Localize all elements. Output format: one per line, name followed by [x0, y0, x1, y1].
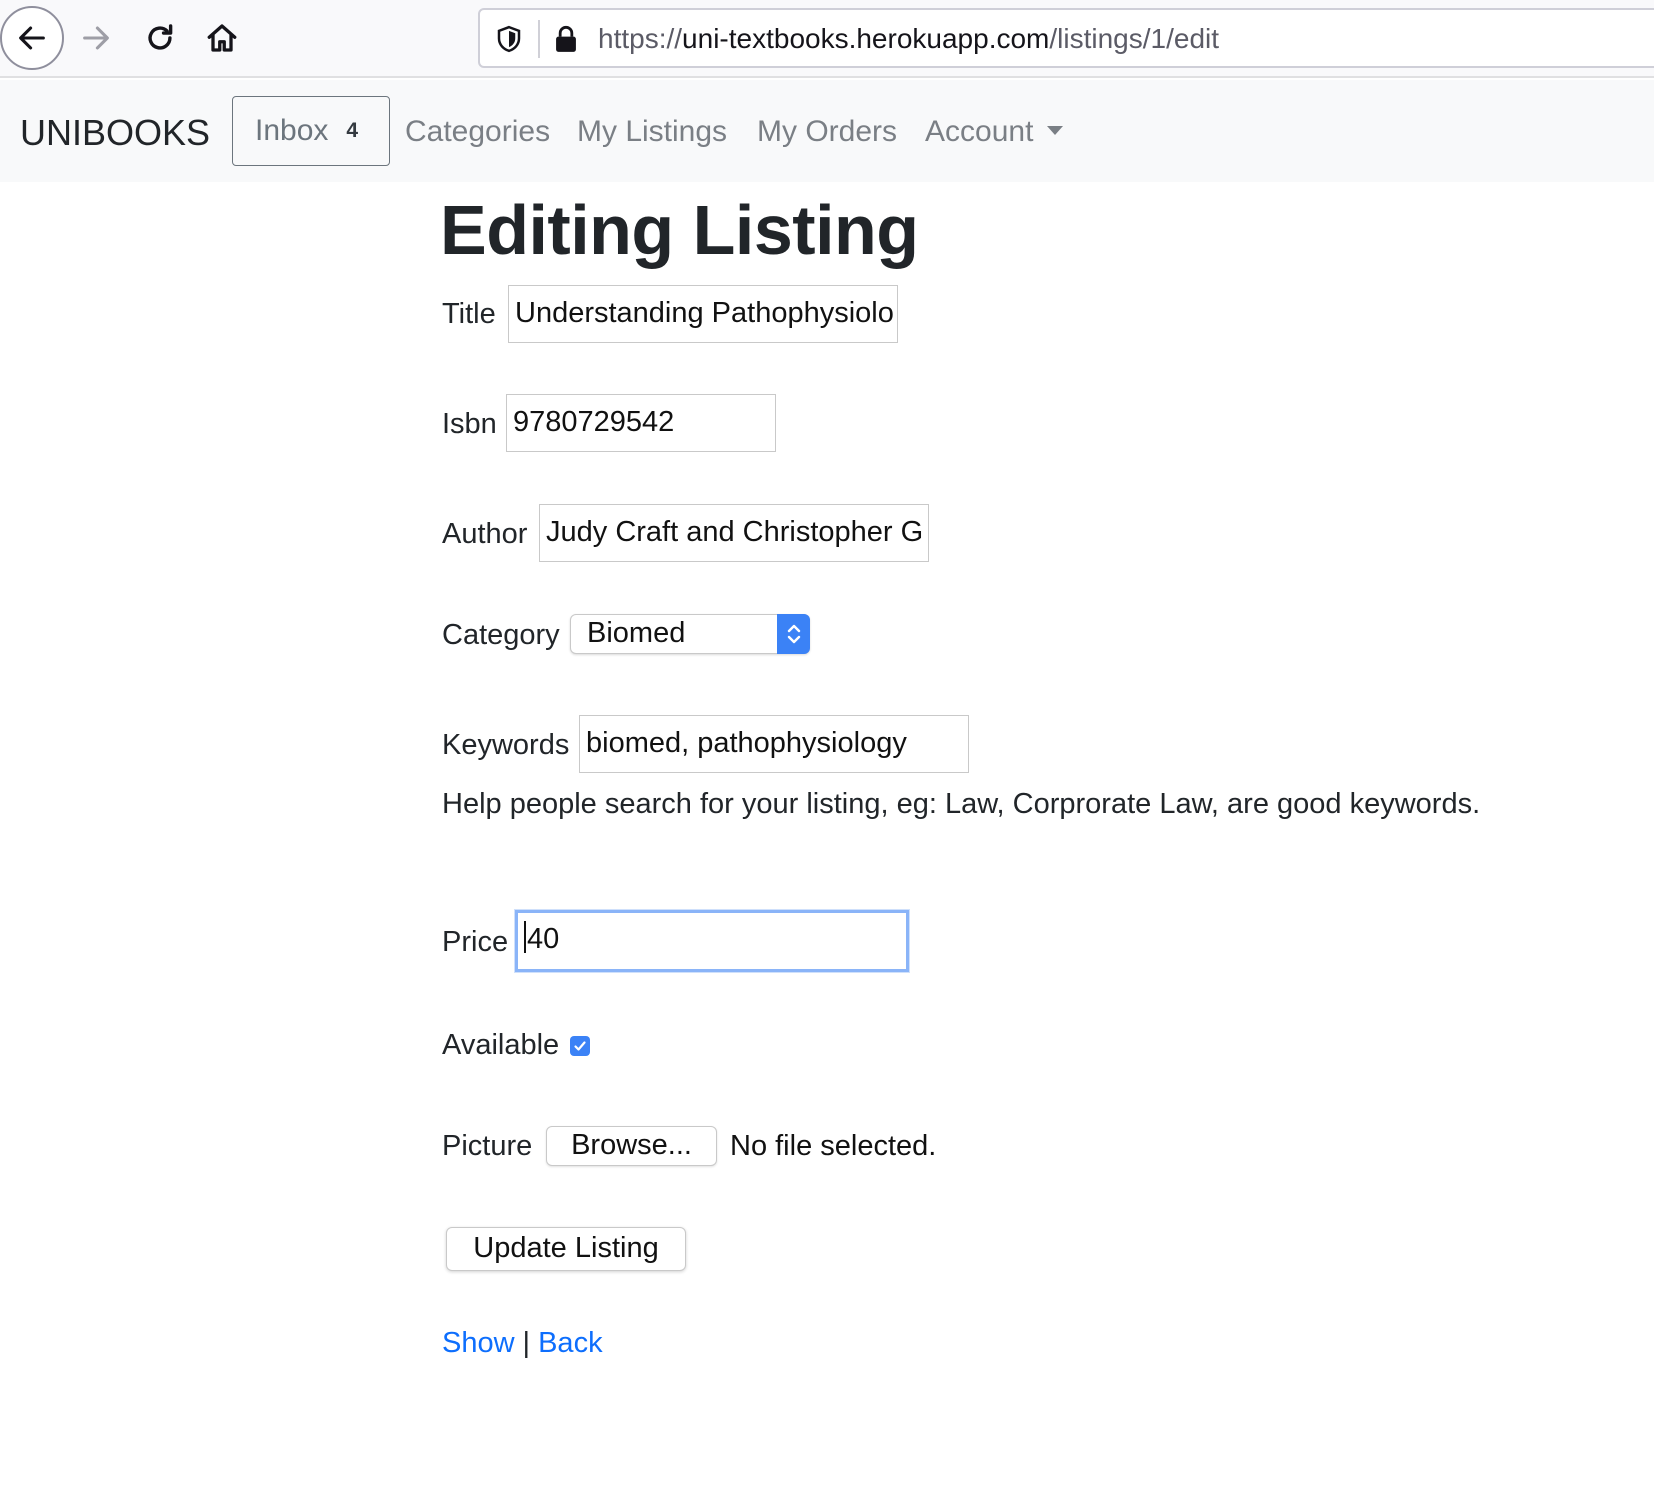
footer-links: Show | Back — [442, 1326, 603, 1360]
title-label: Title — [442, 298, 496, 330]
file-status-text: No file selected. — [730, 1130, 937, 1162]
nav-account-dropdown[interactable]: Account — [925, 114, 1064, 150]
forward-button[interactable] — [64, 6, 128, 70]
home-icon — [207, 24, 237, 52]
arrow-right-icon — [83, 26, 109, 50]
price-input[interactable]: 40 — [515, 910, 909, 972]
inbox-label: Inbox — [255, 114, 329, 147]
browser-toolbar: https://uni-textbooks.herokuapp.com/list… — [0, 0, 1654, 78]
address-bar[interactable]: https://uni-textbooks.herokuapp.com/list… — [478, 8, 1654, 68]
category-label: Category — [442, 619, 560, 651]
url-path: /listings/1/edit — [1049, 23, 1220, 54]
inbox-count-badge: 4 — [346, 119, 359, 142]
arrow-left-icon — [19, 26, 45, 50]
available-checkbox[interactable] — [570, 1036, 590, 1056]
price-label: Price — [442, 926, 509, 958]
link-separator: | — [522, 1327, 531, 1359]
url-text[interactable]: https://uni-textbooks.herokuapp.com/list… — [598, 22, 1219, 56]
home-button[interactable] — [190, 6, 254, 70]
select-arrows-icon — [777, 614, 810, 654]
nav-account-label: Account — [925, 115, 1034, 148]
caret-down-icon — [1047, 126, 1064, 135]
author-label: Author — [442, 518, 528, 550]
nav-categories[interactable]: Categories — [405, 114, 550, 150]
update-listing-button[interactable]: Update Listing — [446, 1227, 686, 1271]
app-navbar: UNIBOOKS Inbox 4 Categories My Listings … — [0, 80, 1654, 182]
inbox-button[interactable]: Inbox 4 — [232, 96, 390, 166]
checkmark-icon — [574, 1041, 586, 1051]
reload-button[interactable] — [128, 6, 192, 70]
keywords-help-text: Help people search for your listing, eg:… — [442, 788, 1481, 820]
picture-label: Picture — [442, 1130, 533, 1162]
isbn-label: Isbn — [442, 408, 497, 440]
category-select[interactable]: Biomed — [570, 614, 810, 654]
address-separator — [538, 20, 540, 58]
nav-my-orders[interactable]: My Orders — [757, 114, 897, 150]
lock-icon[interactable] — [552, 23, 580, 55]
shield-icon[interactable] — [494, 24, 524, 54]
available-label: Available — [442, 1029, 560, 1061]
keywords-label: Keywords — [442, 729, 570, 761]
url-host: uni-textbooks.herokuapp.com — [682, 23, 1050, 54]
page-title: Editing Listing — [440, 191, 919, 269]
category-selected-value: Biomed — [587, 617, 686, 649]
brand-logo[interactable]: UNIBOOKS — [20, 112, 210, 154]
author-input[interactable]: Judy Craft and Christopher G — [539, 504, 929, 562]
show-link[interactable]: Show — [442, 1327, 515, 1359]
text-cursor — [524, 921, 526, 953]
nav-my-listings[interactable]: My Listings — [577, 114, 727, 150]
keywords-input[interactable]: biomed, pathophysiology — [579, 715, 969, 773]
back-button[interactable] — [0, 6, 64, 70]
url-scheme: https:// — [598, 23, 683, 54]
browse-button[interactable]: Browse... — [546, 1126, 717, 1166]
isbn-input[interactable]: 9780729542 — [506, 394, 776, 452]
reload-icon — [148, 24, 173, 50]
title-input[interactable]: Understanding Pathophysiolo — [508, 285, 898, 343]
back-link[interactable]: Back — [538, 1327, 602, 1359]
price-value: 40 — [527, 923, 560, 955]
